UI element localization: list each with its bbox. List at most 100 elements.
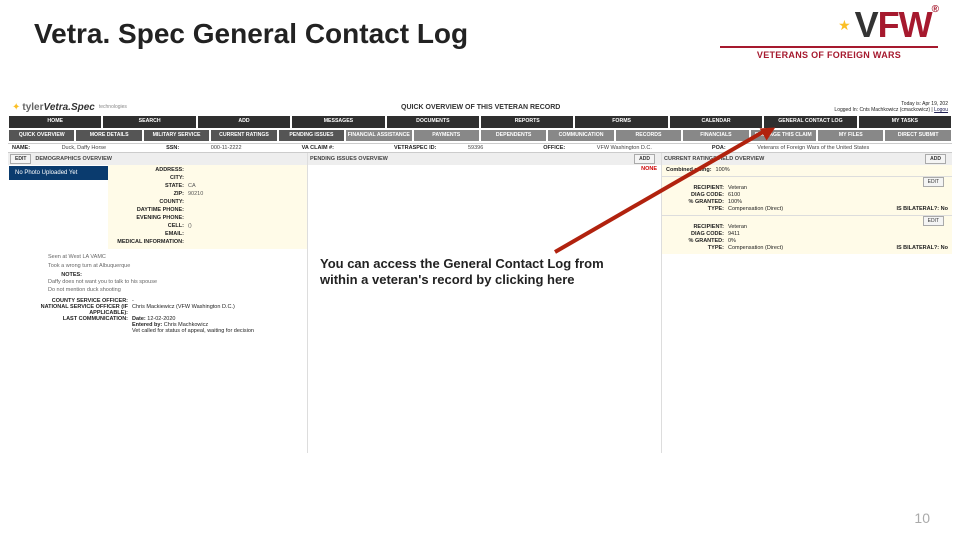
callout-text: You can access the General Contact Log f… [320, 256, 620, 289]
menu-my-tasks[interactable]: MY TASKS [858, 115, 952, 129]
r2-diagcode-label: DIAG CODE: [666, 231, 724, 237]
brand-vetraspec: Vetra.Spec [44, 102, 95, 113]
state-value: CA [188, 183, 303, 189]
lastcomm-note: Vet called for status of appeal, waiting… [132, 328, 307, 334]
sub-financial-assistance[interactable]: FINANCIAL ASSISTANCE [345, 129, 412, 143]
vfw-v: V [855, 4, 878, 45]
menu-messages[interactable]: MESSAGES [291, 115, 385, 129]
note-line2: Do not mention duck shooting [48, 286, 307, 294]
tyler-star-icon: ✦ [12, 102, 20, 113]
ratings-header: CURRENT RATINGS HELD OVERVIEW [664, 156, 925, 162]
city-label: CITY: [112, 175, 184, 181]
overview-title: QUICK OVERVIEW OF THIS VETERAN RECORD [127, 104, 835, 111]
r2-bilat: No [941, 245, 948, 251]
nso-label: NATIONAL SERVICE OFFICER (IF APPLICABLE)… [8, 304, 128, 316]
ratings-add-button[interactable]: ADD [925, 154, 946, 164]
pending-none: NONE [308, 165, 661, 173]
ssn-value: 000-11-2222 [211, 145, 242, 151]
r2-granted: 0% [728, 238, 948, 244]
demographics-column: EDIT DEMOGRAPHICS OVERVIEW No Photo Uploa… [8, 153, 308, 453]
email-label: EMAIL: [112, 231, 184, 237]
address-label: ADDRESS: [112, 167, 184, 173]
r1-diagcode: 6100 [728, 192, 948, 198]
menu-home[interactable]: HOME [8, 115, 102, 129]
lastcomm-label: LAST COMMUNICATION: [8, 316, 128, 322]
medinfo-value [188, 239, 303, 245]
r2-bilat-label: IS BILATERAL?: [896, 245, 939, 251]
veteran-infobar: NAME: Duck, Daffy Horse SSN: 000-11-2222… [8, 143, 952, 153]
county-label: COUNTY: [112, 199, 184, 205]
dayphone-label: DAYTIME PHONE: [112, 207, 184, 213]
r1-recipient: Veteran [728, 185, 948, 191]
demographics-header: DEMOGRAPHICS OVERVIEW [35, 156, 112, 162]
r2-granted-label: % GRANTED: [666, 238, 724, 244]
logout-link[interactable]: Logou [934, 107, 948, 113]
address-value [188, 167, 303, 173]
cell-label: CELL: [112, 223, 184, 229]
sub-military-service[interactable]: MILITARY SERVICE [143, 129, 210, 143]
sub-dependents[interactable]: DEPENDENTS [480, 129, 547, 143]
menu-calendar[interactable]: CALENDAR [669, 115, 763, 129]
pending-header: PENDING ISSUES OVERVIEW [310, 156, 634, 162]
app-screenshot: ✦ tylerVetra.Spec technologies QUICK OVE… [8, 100, 952, 490]
sub-more-details[interactable]: MORE DETAILS [75, 129, 142, 143]
nso-value: Chris Mackiewicz (VFW Washington D.C.) [132, 304, 235, 316]
r1-type-label: TYPE: [666, 206, 724, 212]
reg-mark: ® [932, 4, 938, 15]
menu-add[interactable]: ADD [197, 115, 291, 129]
medinfo-note2: Took a wrong turn at Albuquerque [48, 262, 307, 270]
menu-reports[interactable]: REPORTS [480, 115, 574, 129]
poa-value: Veterans of Foreign Wars of the United S… [757, 145, 869, 151]
vfw-fw: FW [878, 4, 932, 45]
pending-issues-column: PENDING ISSUES OVERVIEWADD NONE [308, 153, 662, 453]
brand-tyler: tyler [22, 102, 43, 113]
star-icon: ★ [838, 17, 851, 34]
poa-label: POA: [712, 145, 726, 151]
dayphone-value [188, 207, 303, 213]
menu-forms[interactable]: FORMS [574, 115, 668, 129]
slide-number: 10 [914, 510, 930, 526]
sub-current-ratings[interactable]: CURRENT RATINGS [210, 129, 277, 143]
menu-documents[interactable]: DOCUMENTS [386, 115, 480, 129]
r1-granted: 100% [728, 199, 948, 205]
sub-my-files[interactable]: MY FILES [817, 129, 884, 143]
name-label: NAME: [12, 145, 30, 151]
r2-recipient-label: RECIPIENT: [666, 224, 724, 230]
tyler-logo: ✦ tylerVetra.Spec technologies [12, 102, 127, 113]
medinfo-note1: Seen at West LA VAMC [48, 253, 307, 261]
sub-payments[interactable]: PAYMENTS [413, 129, 480, 143]
zip-label: ZIP: [112, 191, 184, 197]
sub-financials[interactable]: FINANCIALS [682, 129, 749, 143]
r2-type: Compensation [728, 245, 763, 251]
photo-placeholder: No Photo Uploaded Yet [9, 166, 109, 180]
combined-value: 100% [716, 167, 948, 173]
menu-general-contact-log[interactable]: GENERAL CONTACT LOG [763, 115, 857, 129]
menu-search[interactable]: SEARCH [102, 115, 196, 129]
pending-add-button[interactable]: ADD [634, 154, 655, 164]
evephone-label: EVENING PHONE: [112, 215, 184, 221]
r1-recipient-label: RECIPIENT: [666, 185, 724, 191]
r2-ef: (Direct) [765, 245, 783, 251]
cell-value: () [188, 223, 303, 229]
medinfo-label: MEDICAL INFORMATION: [112, 239, 184, 245]
r2-recipient: Veteran [728, 224, 948, 230]
r2-diagcode: 9411 [728, 231, 948, 237]
county-value [188, 199, 303, 205]
r1-bilat-label: IS BILATERAL?: [896, 206, 939, 212]
sub-direct-submit[interactable]: DIRECT SUBMIT [884, 129, 951, 143]
logged-in-user: Logged In: Cnts Machkowicz (cmackowicz) … [834, 107, 932, 113]
r1-type: Compensation [728, 206, 763, 212]
sub-pending-issues[interactable]: PENDING ISSUES [278, 129, 345, 143]
r1-granted-label: % GRANTED: [666, 199, 724, 205]
sub-communication[interactable]: COMMUNICATION [547, 129, 614, 143]
vaclaim-label: VA CLAIM #: [302, 145, 334, 151]
vsid-label: VETRASPEC ID: [394, 145, 436, 151]
state-label: STATE: [112, 183, 184, 189]
ssn-label: SSN: [166, 145, 179, 151]
demographics-edit-button[interactable]: EDIT [10, 154, 31, 164]
evephone-value [188, 215, 303, 221]
ratings-column: CURRENT RATINGS HELD OVERVIEWADD Combine… [662, 153, 952, 453]
sub-quick-overview[interactable]: QUICK OVERVIEW [8, 129, 75, 143]
sub-records[interactable]: RECORDS [615, 129, 682, 143]
brand-sub: technologies [99, 104, 127, 110]
